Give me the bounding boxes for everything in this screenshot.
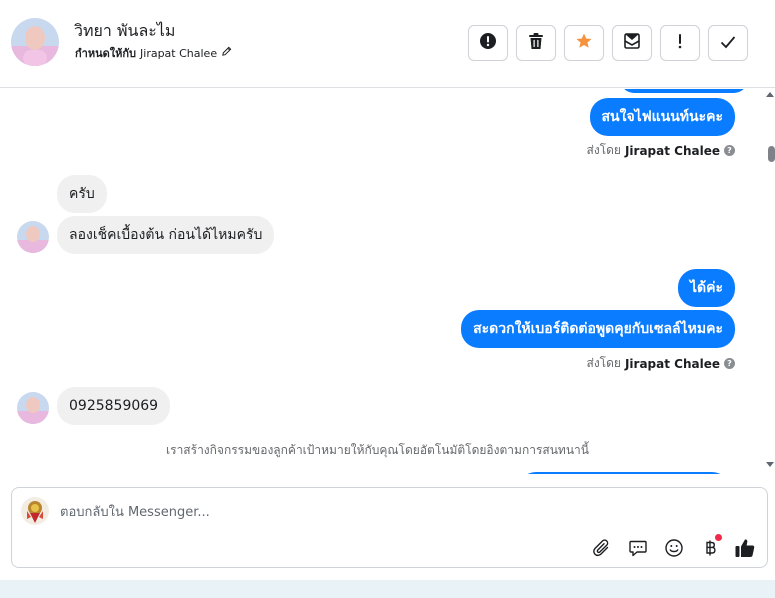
contact-avatar-small: [17, 221, 49, 253]
scrollbar-thumb[interactable]: [768, 146, 775, 162]
envelope-icon: [623, 32, 641, 54]
message-thread: สนใจไฟแนนท์นะคะ ส่งโดย Jirapat Chalee ? …: [0, 89, 775, 474]
saved-reply-icon[interactable]: [626, 536, 650, 560]
message-bubble-incoming[interactable]: ลองเช็คเบื้องต้น ก่อนได้ไหมครับ: [57, 216, 275, 254]
reply-input[interactable]: [60, 500, 660, 524]
message-bubble-incoming[interactable]: 0925859069: [57, 387, 171, 425]
assigned-to-name: Jirapat Chalee: [140, 46, 218, 60]
help-icon[interactable]: ?: [724, 358, 735, 369]
sent-by-prefix: ส่งโดย: [586, 356, 621, 370]
page-footer-strip: [0, 580, 775, 598]
follow-up-button[interactable]: [660, 25, 700, 61]
message-bubble-outgoing[interactable]: ได้ค่ะ: [677, 269, 735, 307]
message-bubble-outgoing[interactable]: สนใจไฟแนนท์นะคะ: [589, 98, 735, 136]
assignment-info[interactable]: กำหนดให้กับ Jirapat Chalee: [75, 44, 232, 62]
sent-by-name: Jirapat Chalee: [624, 143, 720, 158]
contact-name[interactable]: วิทยา พันละไม: [74, 19, 175, 44]
message-bubble-outgoing[interactable]: สะดวกให้เบอร์ติดต่อพูดคุยกับเซลล์ไหมคะ: [461, 310, 735, 348]
message-bubble-incoming[interactable]: ครับ: [57, 175, 107, 213]
star-icon: [575, 32, 593, 54]
sent-by-prefix: ส่งโดย: [586, 143, 621, 157]
system-note: เราสร้างกิจกรรมของลูกค้าเป้าหมายให้กับคุ…: [166, 443, 589, 457]
inbox-conversation-panel: วิทยา พันละไม กำหนดให้กับ Jirapat Chalee: [0, 0, 775, 598]
star-button[interactable]: [564, 25, 604, 61]
notification-dot: [715, 534, 722, 541]
scroll-up-arrow-icon[interactable]: [766, 92, 774, 97]
paperclip-icon[interactable]: [590, 536, 614, 560]
contact-avatar-small: [17, 392, 49, 424]
assigned-prefix: กำหนดให้กับ: [75, 47, 137, 60]
sent-by-label: ส่งโดย Jirapat Chalee ?: [586, 354, 735, 373]
conversation-header: วิทยา พันละไม กำหนดให้กับ Jirapat Chalee: [0, 0, 775, 88]
mark-unread-button[interactable]: [612, 25, 652, 61]
checkmark-icon: [720, 34, 736, 53]
help-icon[interactable]: ?: [724, 145, 735, 156]
thumbs-up-icon[interactable]: [733, 536, 757, 560]
emoji-icon[interactable]: [662, 536, 686, 560]
sent-by-label: ส่งโดย Jirapat Chalee ?: [586, 141, 735, 160]
exclamation-icon: [677, 33, 683, 53]
page-avatar: [21, 497, 49, 525]
contact-avatar[interactable]: [11, 18, 59, 66]
message-bubble-partial: [620, 89, 748, 93]
baht-payment-icon[interactable]: [698, 534, 722, 560]
mark-done-button[interactable]: [708, 25, 748, 61]
delete-button[interactable]: [516, 25, 556, 61]
reply-composer: [11, 487, 768, 568]
mark-spam-button[interactable]: [468, 25, 508, 61]
sent-by-name: Jirapat Chalee: [624, 356, 720, 371]
trash-icon: [528, 32, 544, 54]
message-bubble-partial: [518, 472, 730, 474]
scroll-down-arrow-icon[interactable]: [766, 462, 774, 467]
alert-circle-icon: [479, 32, 497, 54]
pencil-icon[interactable]: [221, 46, 232, 60]
